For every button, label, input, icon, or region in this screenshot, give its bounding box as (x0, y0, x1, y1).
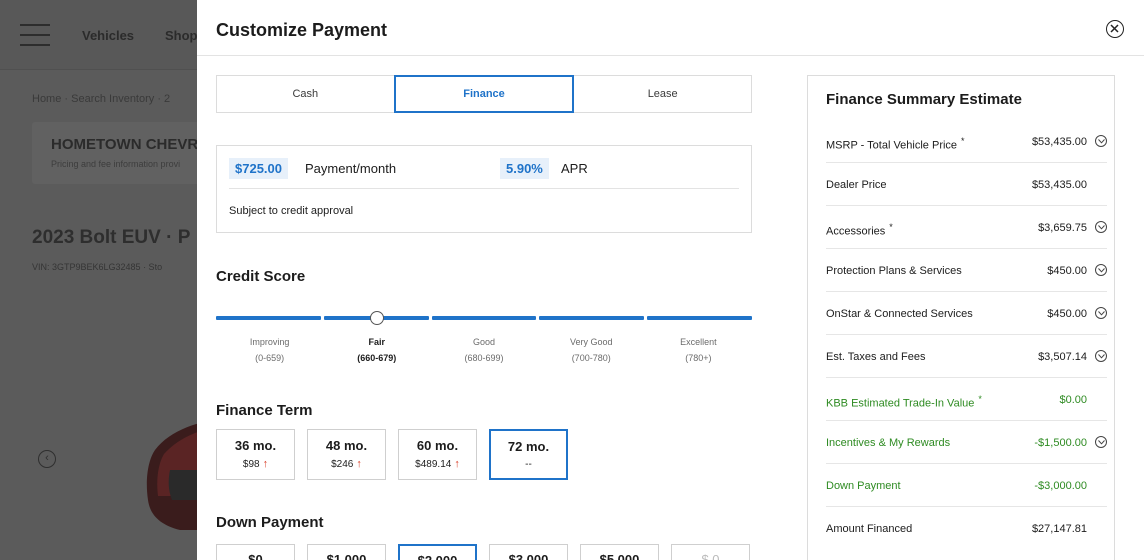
summary-row[interactable]: Protection Plans & Services $450.00 (826, 249, 1107, 292)
down-option-0[interactable]: $0 (216, 544, 295, 560)
summary-row: Dealer Price $53,435.00 (826, 163, 1107, 206)
tab-lease[interactable]: Lease (574, 76, 751, 112)
summary-row[interactable]: Incentives & My Rewards -$1,500.00 (826, 421, 1107, 464)
credit-segment[interactable] (539, 316, 645, 320)
summary-row-value: $3,507.14 (1038, 351, 1087, 363)
summary-row-value: $53,435.00 (1031, 136, 1087, 148)
divider (229, 188, 739, 189)
monthly-payment-label: Payment/month (305, 161, 397, 176)
summary-row-value: $53,435.00 (1031, 179, 1087, 191)
dealer-box (32, 122, 202, 184)
summary-row-label: MSRP - Total Vehicle Price * (826, 136, 965, 152)
modal-title: Customize Payment (216, 20, 388, 40)
dealer-name: HOMETOWN CHEVR (51, 136, 199, 153)
summary-row-label: KBB Estimated Trade-In Value * (826, 394, 982, 410)
tab-cash[interactable]: Cash (217, 76, 394, 112)
chevron-down-icon[interactable] (1095, 307, 1107, 319)
tab-finance[interactable]: Finance (393, 75, 575, 113)
summary-row[interactable]: Accessories * $3,659.75 (826, 206, 1107, 249)
down-payment-title: Down Payment (216, 514, 324, 531)
down-payment-options: $0 $1,000 $2,000 $3,000 $5,000 $ 0 (216, 544, 752, 560)
term-option-36[interactable]: 36 mo. $98 ↑ (216, 429, 295, 480)
apr-label: APR (561, 161, 588, 176)
summary-title: Finance Summary Estimate (826, 91, 1022, 108)
down-option-5000[interactable]: $5,000 (580, 544, 659, 560)
summary-row-value: $27,147.81 (1031, 523, 1087, 535)
menu-icon[interactable] (20, 24, 50, 46)
credit-level-very-good[interactable]: Very Good (700-780) (538, 334, 645, 366)
chevron-down-icon[interactable] (1095, 350, 1107, 362)
nav-link-shop[interactable]: Shop (165, 28, 198, 43)
dealer-subtitle: Pricing and fee information provi (51, 159, 181, 169)
payment-type-tabs: Cash Finance Lease (216, 75, 752, 113)
credit-level-fair[interactable]: Fair (660-679) (323, 334, 430, 366)
chevron-left-icon[interactable]: ‹ (38, 450, 56, 468)
summary-row-label: Accessories * (826, 222, 893, 238)
modal-header: Customize Payment (197, 0, 1144, 56)
credit-level-improving[interactable]: Improving (0-659) (216, 334, 323, 366)
finance-summary-panel: Finance Summary Estimate MSRP - Total Ve… (807, 75, 1115, 560)
payment-options: Cash Finance Lease $725.00 Payment/month… (216, 75, 752, 560)
summary-row: KBB Estimated Trade-In Value * $0.00 (826, 378, 1107, 421)
vehicle-title: 2023 Bolt EUV · P (32, 227, 191, 248)
chevron-down-icon[interactable] (1095, 264, 1107, 276)
down-option-2000[interactable]: $2,000 (398, 544, 477, 560)
summary-row-value: $0.00 (1059, 394, 1087, 406)
summary-row-label: Incentives & My Rewards (826, 437, 951, 449)
info-asterisk[interactable]: * (961, 136, 965, 146)
chevron-down-icon[interactable] (1095, 135, 1107, 147)
credit-score-slider[interactable] (216, 311, 752, 325)
summary-row-label: OnStar & Connected Services (826, 308, 973, 320)
summary-row[interactable]: MSRP - Total Vehicle Price * $53,435.00 (826, 120, 1107, 163)
summary-row[interactable]: OnStar & Connected Services $450.00 (826, 292, 1107, 335)
credit-level-good[interactable]: Good (680-699) (430, 334, 537, 366)
summary-row-label: Down Payment (826, 480, 901, 492)
credit-level-excellent[interactable]: Excellent (780+) (645, 334, 752, 366)
finance-term-title: Finance Term (216, 402, 313, 419)
info-asterisk[interactable]: * (889, 222, 893, 232)
vin-text: VIN: 3GTP9BEK6LG32485 · Sto (32, 262, 163, 272)
monthly-payment-value: $725.00 (229, 158, 288, 179)
summary-row: Amount Financed $27,147.81 (826, 507, 1107, 550)
payment-estimate-box: $725.00 Payment/month 5.90% APR Subject … (216, 145, 752, 233)
summary-row[interactable]: Est. Taxes and Fees $3,507.14 (826, 335, 1107, 378)
summary-row-value: -$1,500.00 (1034, 437, 1087, 449)
nav-link-vehicles[interactable]: Vehicles (82, 28, 134, 43)
credit-levels: Improving (0-659) Fair (660-679) Good (680-… (216, 334, 752, 366)
customize-payment-modal: Customize Payment Cash Finance Lease $72… (197, 0, 1144, 560)
term-option-72[interactable]: 72 mo. -- (489, 429, 568, 480)
summary-row-value: $450.00 (1047, 265, 1087, 277)
summary-row-value: -$3,000.00 (1034, 480, 1087, 492)
summary-row-value: $3,659.75 (1038, 222, 1087, 234)
term-option-48[interactable]: 48 mo. $246 ↑ (307, 429, 386, 480)
down-option-3000[interactable]: $3,000 (489, 544, 568, 560)
chevron-down-icon[interactable] (1095, 436, 1107, 448)
term-option-60[interactable]: 60 mo. $489.14 ↑ (398, 429, 477, 480)
finance-term-options: 36 mo. $98 ↑ 48 mo. $246 ↑ 60 mo. $489.14 ↑… (216, 429, 752, 480)
credit-score-title: Credit Score (216, 268, 306, 285)
summary-row-label: Dealer Price (826, 179, 887, 191)
breadcrumb: Home · Search Inventory · 2 (32, 93, 171, 105)
credit-segment[interactable] (647, 316, 752, 320)
arrow-up-icon: ↑ (262, 458, 269, 470)
down-option-1000[interactable]: $1,000 (307, 544, 386, 560)
credit-slider-handle[interactable] (370, 311, 384, 325)
summary-row-label: Amount Financed (826, 523, 913, 535)
chevron-down-icon[interactable] (1095, 221, 1107, 233)
credit-approval-note: Subject to credit approval (229, 205, 354, 217)
summary-row: Down Payment -$3,000.00 (826, 464, 1107, 507)
apr-value: 5.90% (500, 158, 549, 179)
down-option-custom-input[interactable]: $ 0 (671, 544, 750, 560)
summary-row-label: Protection Plans & Services (826, 265, 962, 277)
summary-row-label: Est. Taxes and Fees (826, 351, 926, 363)
summary-row-value: $450.00 (1047, 308, 1087, 320)
credit-segment[interactable] (431, 316, 537, 320)
summary-rows: MSRP - Total Vehicle Price * $53,435.00 Dea… (826, 120, 1107, 550)
info-asterisk[interactable]: * (978, 394, 982, 404)
arrow-up-icon: ↑ (356, 458, 362, 470)
close-icon[interactable] (1106, 20, 1124, 38)
arrow-up-icon: ↑ (454, 458, 460, 470)
credit-segment[interactable] (216, 316, 321, 320)
